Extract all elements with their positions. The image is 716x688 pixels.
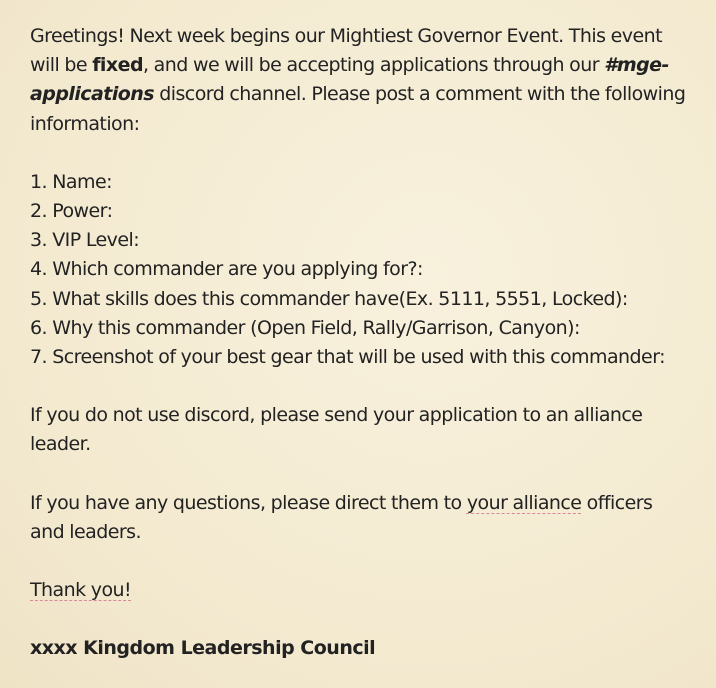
form-item-number: 6. <box>30 316 48 339</box>
questions-before: If you have any questions, please direct… <box>30 491 467 514</box>
form-item-skills: 5. What skills does this commander have(… <box>30 285 690 314</box>
thanks-text: Thank you! <box>30 579 132 602</box>
form-item-commander: 4. Which commander are you applying for?… <box>30 255 690 284</box>
form-item-text: Name: <box>52 170 112 193</box>
form-item-text: What skills does this commander have(Ex.… <box>52 287 628 310</box>
form-item-number: 5. <box>30 287 48 310</box>
announcement-document: Greetings! Next week begins our Mighties… <box>30 22 690 663</box>
application-form-list: 1. Name: 2. Power: 3. VIP Level: 4. Whic… <box>30 168 690 372</box>
form-item-number: 1. <box>30 170 48 193</box>
form-item-number: 2. <box>30 200 48 223</box>
intro-after-fixed: , and we will be accepting applications … <box>143 54 605 77</box>
signature: xxxx Kingdom Leadership Council <box>30 637 376 660</box>
intro-paragraph: Greetings! Next week begins our Mighties… <box>30 22 690 139</box>
form-item-text: Screenshot of your best gear that will b… <box>52 346 665 369</box>
form-item-number: 4. <box>30 258 48 281</box>
form-item-text: Which commander are you applying for?: <box>52 258 423 281</box>
form-item-text: VIP Level: <box>52 229 140 252</box>
questions-paragraph: If you have any questions, please direct… <box>30 489 690 547</box>
form-item-gear-screenshot: 7. Screenshot of your best gear that wil… <box>30 343 690 372</box>
form-item-number: 3. <box>30 229 48 252</box>
form-item-power: 2. Power: <box>30 197 690 226</box>
form-item-text: Why this commander (Open Field, Rally/Ga… <box>52 316 580 339</box>
form-item-number: 7. <box>30 346 48 369</box>
form-item-why-commander: 6. Why this commander (Open Field, Rally… <box>30 314 690 343</box>
spellcheck-highlight: your alliance <box>466 491 582 514</box>
thanks-line: Thank you! <box>30 576 690 605</box>
form-item-vip-level: 3. VIP Level: <box>30 226 690 255</box>
form-item-text: Power: <box>52 200 113 223</box>
form-item-name: 1. Name: <box>30 168 690 197</box>
fixed-emphasis: fixed <box>92 54 143 77</box>
no-discord-paragraph: If you do not use discord, please send y… <box>30 404 643 456</box>
